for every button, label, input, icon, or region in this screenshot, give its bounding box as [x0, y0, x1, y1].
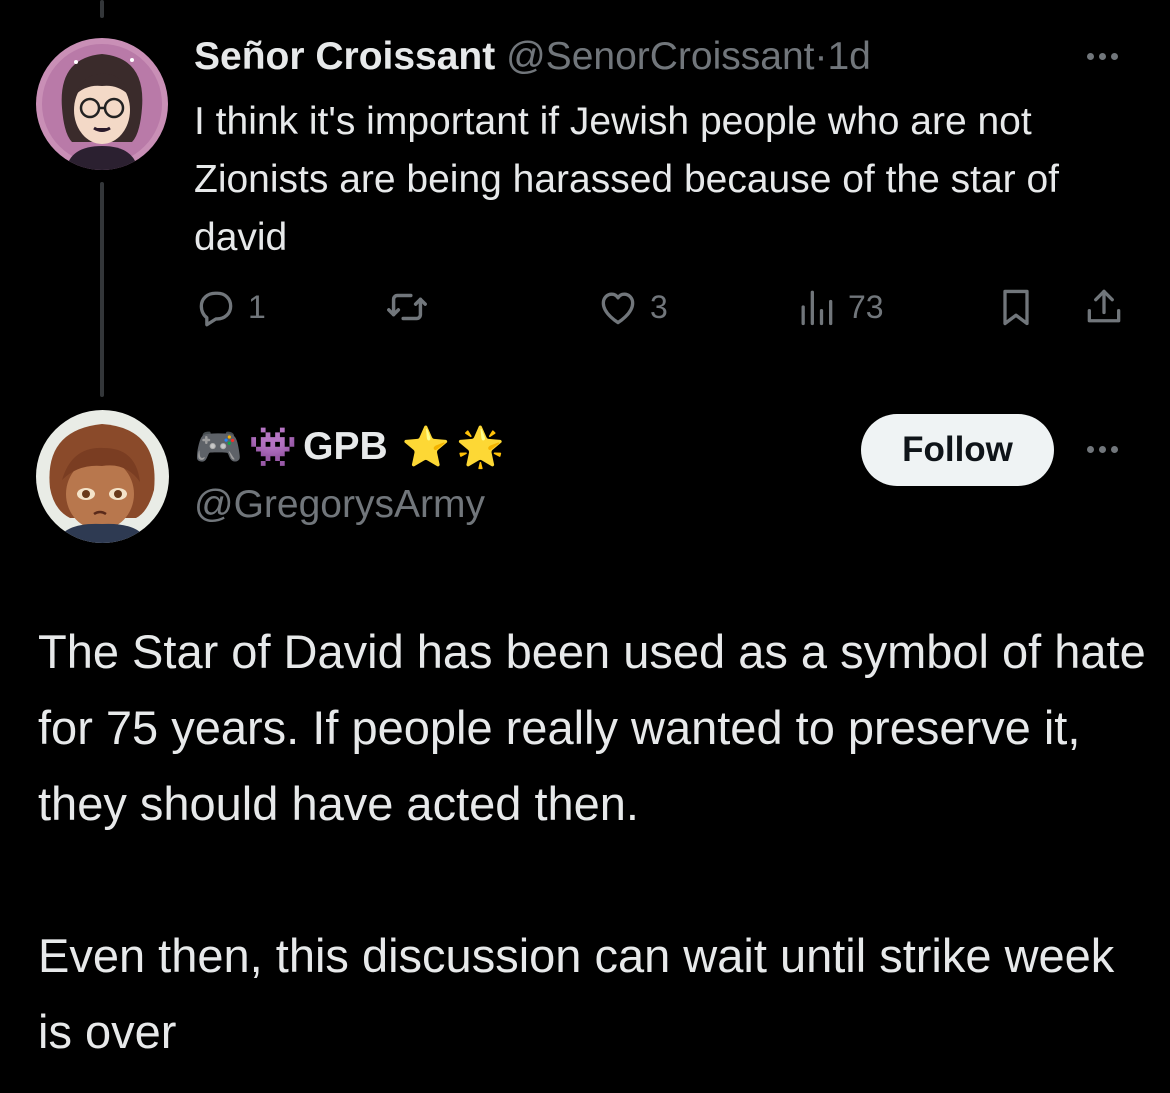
tweet-text: The Star of David has been used as a sym…: [38, 614, 1148, 1070]
bookmark-icon: [994, 285, 1038, 329]
avatar[interactable]: [36, 410, 169, 543]
tweet-header: Señor Croissant @SenorCroissant·1d: [194, 34, 871, 80]
reply-count: 1: [248, 288, 266, 325]
share-button[interactable]: [1082, 282, 1126, 332]
reply-button[interactable]: 1: [194, 282, 266, 332]
tweet-paragraph: Even then, this discussion can wait unti…: [38, 929, 1115, 1058]
view-count: 73: [848, 288, 884, 325]
separator-dot: ·: [814, 35, 828, 78]
game-controller-emoji: 🎮: [194, 426, 243, 469]
views-button[interactable]: 73: [794, 282, 884, 332]
like-button[interactable]: 3: [596, 282, 668, 332]
follow-button[interactable]: Follow: [861, 414, 1054, 486]
tweet-header: 🎮 👾 GPB ⭐ 🌟: [194, 422, 511, 472]
thread-line: [100, 182, 104, 397]
user-handle[interactable]: @GregorysArmy: [194, 482, 485, 528]
retweet-button[interactable]: [384, 282, 430, 332]
tweet-text: I think it's important if Jewish people …: [194, 100, 1060, 259]
retweet-icon: [384, 284, 430, 330]
tweet-paragraph: The Star of David has been used as a sym…: [38, 625, 1146, 830]
glowing-star-emoji: 🌟: [456, 426, 505, 469]
thread-line-top: [100, 0, 104, 18]
bookmark-button[interactable]: [994, 282, 1038, 332]
display-name[interactable]: GPB: [303, 425, 388, 469]
reply-icon: [194, 285, 238, 329]
share-icon: [1082, 285, 1126, 329]
like-count: 3: [650, 288, 668, 325]
alien-monster-emoji: 👾: [248, 426, 298, 469]
heart-icon: [596, 285, 640, 329]
timestamp[interactable]: 1d: [827, 35, 870, 78]
more-options-icon[interactable]: [1087, 53, 1118, 60]
user-handle[interactable]: @SenorCroissant: [506, 35, 814, 78]
display-name[interactable]: Señor Croissant: [194, 35, 495, 78]
star-emoji: ⭐: [401, 426, 451, 469]
views-icon: [794, 285, 838, 329]
more-options-icon[interactable]: [1087, 446, 1118, 453]
tweet-actions: 1 3 73: [194, 282, 1134, 332]
avatar[interactable]: [36, 38, 168, 170]
